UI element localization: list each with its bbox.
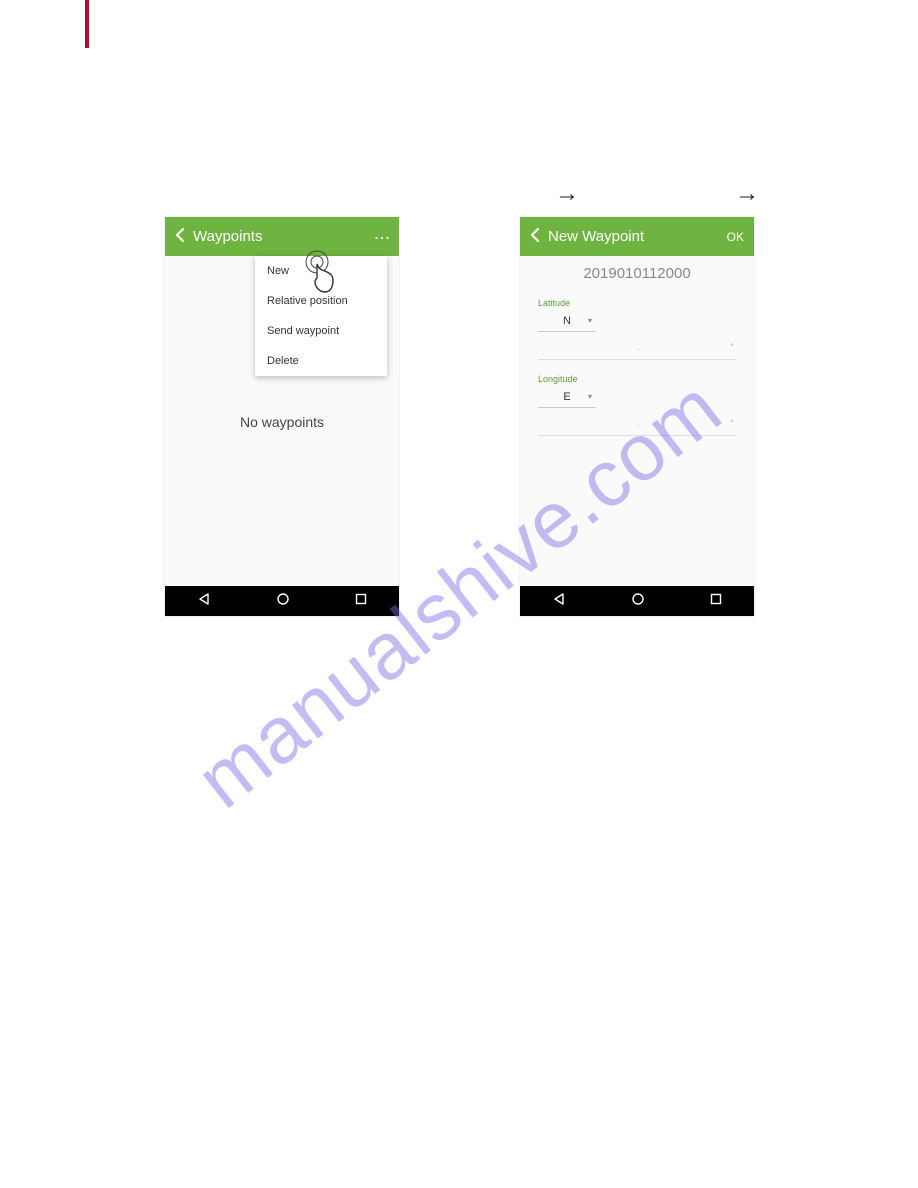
back-icon[interactable] bbox=[175, 226, 185, 247]
longitude-direction-value: E bbox=[563, 391, 570, 403]
header-title: New Waypoint bbox=[548, 228, 727, 245]
flow-arrow-2: → bbox=[735, 180, 759, 208]
touch-pointer-icon bbox=[303, 248, 343, 296]
nav-back-icon[interactable] bbox=[552, 592, 566, 611]
nav-recent-icon[interactable] bbox=[710, 592, 722, 610]
header-title: Waypoints bbox=[193, 228, 375, 245]
app-header: Waypoints ⋮ bbox=[165, 217, 399, 256]
nav-home-icon[interactable] bbox=[631, 592, 645, 611]
coord-separator: . bbox=[637, 418, 640, 428]
menu-item-send-waypoint[interactable]: Send waypoint bbox=[255, 316, 387, 346]
longitude-label: Longitude bbox=[538, 374, 736, 384]
nav-recent-icon[interactable] bbox=[355, 592, 367, 610]
degree-symbol: ° bbox=[730, 418, 734, 428]
latitude-direction-select[interactable]: N ▾ bbox=[538, 310, 596, 332]
coord-separator: . bbox=[637, 342, 640, 352]
nav-back-icon[interactable] bbox=[197, 592, 211, 611]
form: Latitude N ▾ . ° Longitude E ▾ . ° bbox=[520, 288, 754, 436]
degree-symbol: ° bbox=[730, 342, 734, 352]
longitude-input[interactable]: . ° bbox=[538, 414, 736, 436]
screenshot-new-waypoint: New Waypoint OK 2019010112000 Latitude N… bbox=[520, 217, 754, 616]
screenshot-waypoints: Waypoints ⋮ New Relative position Send w… bbox=[165, 217, 399, 616]
waypoint-name-field[interactable]: 2019010112000 bbox=[520, 256, 754, 288]
overflow-menu-icon[interactable]: ⋮ bbox=[372, 230, 392, 244]
header-accent-bar bbox=[85, 0, 89, 48]
app-header: New Waypoint OK bbox=[520, 217, 754, 256]
menu-item-delete[interactable]: Delete bbox=[255, 346, 387, 376]
android-navbar bbox=[520, 586, 754, 616]
longitude-direction-select[interactable]: E ▾ bbox=[538, 386, 596, 408]
screen-body: New Relative position Send waypoint Dele… bbox=[165, 256, 399, 586]
screen-body: 2019010112000 Latitude N ▾ . ° Longitude… bbox=[520, 256, 754, 586]
chevron-down-icon: ▾ bbox=[588, 392, 592, 401]
back-icon[interactable] bbox=[530, 226, 540, 247]
latitude-input[interactable]: . ° bbox=[538, 338, 736, 360]
chevron-down-icon: ▾ bbox=[588, 316, 592, 325]
latitude-label: Latitude bbox=[538, 298, 736, 308]
flow-arrow-1: → bbox=[555, 180, 579, 208]
empty-state-text: No waypoints bbox=[165, 414, 399, 430]
android-navbar bbox=[165, 586, 399, 616]
latitude-direction-value: N bbox=[563, 315, 571, 327]
nav-home-icon[interactable] bbox=[276, 592, 290, 611]
ok-button[interactable]: OK bbox=[727, 230, 744, 244]
